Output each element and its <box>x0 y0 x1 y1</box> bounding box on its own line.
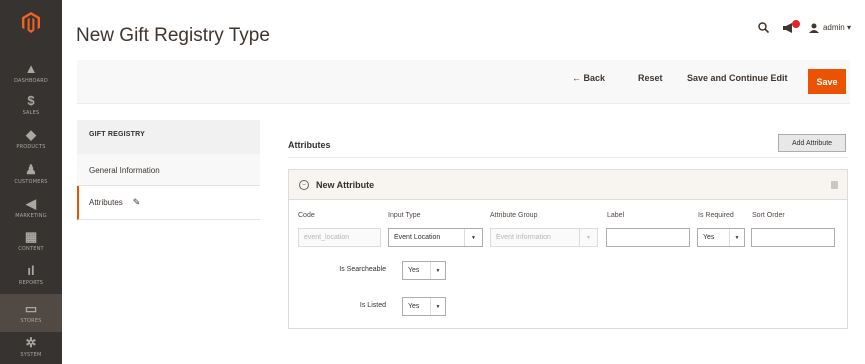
input-type-value: Event Location <box>394 234 441 241</box>
header-actions: admin ▾ <box>758 19 851 33</box>
dashboard-icon: ▲ <box>24 61 38 76</box>
nav-content[interactable]: ▦ CONTENT <box>0 222 62 260</box>
nav-system[interactable]: ✲ SYSTEM <box>0 328 62 364</box>
chevron-down-icon: ▼ <box>464 229 482 246</box>
save-button[interactable]: Save <box>808 69 846 94</box>
tabs-title: GIFT REGISTRY <box>77 120 260 154</box>
input-type-select[interactable]: Event Location ▼ <box>388 228 483 247</box>
page-actions-bar: ← Back Reset Save and Continue Edit Save <box>77 60 850 104</box>
code-input: event_location <box>298 228 381 247</box>
user-icon <box>808 23 819 33</box>
pencil-icon: ✎ <box>132 197 141 207</box>
chevron-down-icon: ▼ <box>430 298 445 315</box>
nav-customers[interactable]: ♟ CUSTOMERS <box>0 155 62 193</box>
sort-order-label: Sort Order <box>752 212 785 219</box>
attribute-group-value: Event Information <box>496 234 551 241</box>
user-menu[interactable]: admin ▾ <box>808 23 851 33</box>
magento-logo[interactable] <box>0 0 62 44</box>
nav-label: MARKETING <box>15 213 47 219</box>
bar-chart-icon: ıl <box>27 263 35 278</box>
section-title: Attributes <box>288 140 331 150</box>
nav-label: PRODUCTS <box>16 144 46 150</box>
is-listed-value: Yes <box>408 303 420 310</box>
store-icon: ▭ <box>24 301 38 316</box>
collapse-icon[interactable]: – <box>299 179 309 190</box>
reset-button[interactable]: Reset <box>638 73 663 83</box>
gear-icon: ✲ <box>25 335 37 350</box>
nav-reports[interactable]: ıl REPORTS <box>0 256 62 294</box>
is-required-select[interactable]: Yes ▼ <box>697 228 745 247</box>
is-searcheable-select[interactable]: Yes ▼ <box>402 261 446 280</box>
back-button[interactable]: ← Back <box>572 73 605 83</box>
nav-label: STORES <box>20 318 42 324</box>
is-required-label: Is Required <box>698 212 734 219</box>
megaphone-icon: ◀ <box>26 196 36 211</box>
is-searcheable-label: Is Searcheable <box>339 266 386 273</box>
attribute-group-select: Event Information ▼ <box>490 228 598 247</box>
dollar-icon: $ <box>27 93 35 108</box>
nav-label: CUSTOMERS <box>14 179 48 185</box>
chevron-down-icon: ▼ <box>729 229 744 246</box>
nav-stores[interactable]: ▭ STORES <box>0 294 62 332</box>
sort-order-input[interactable] <box>751 228 835 247</box>
nav-label: SALES <box>22 110 40 116</box>
nav-label: CONTENT <box>18 246 44 252</box>
notifications-button[interactable] <box>782 19 800 33</box>
nav-products[interactable]: ◆ PRODUCTS <box>0 120 62 158</box>
cube-icon: ◆ <box>26 127 36 142</box>
nav-label: DASHBOARD <box>14 78 48 84</box>
code-label: Code <box>298 212 315 219</box>
notification-badge <box>791 19 800 28</box>
input-type-label: Input Type <box>388 212 421 219</box>
attribute-group-label: Attribute Group <box>490 212 538 219</box>
is-required-value: Yes <box>703 234 715 241</box>
magento-logo-icon <box>22 11 40 33</box>
is-searcheable-value: Yes <box>408 267 420 274</box>
label-label: Label <box>607 212 625 219</box>
side-tabs: GIFT REGISTRY General Information Attrib… <box>77 120 260 220</box>
tab-general-information[interactable]: General Information <box>77 154 260 186</box>
layout-icon: ▦ <box>24 229 38 244</box>
fieldset-title: New Attribute <box>316 179 375 190</box>
add-attribute-button[interactable]: Add Attribute <box>778 134 846 152</box>
is-listed-select[interactable]: Yes ▼ <box>402 297 446 316</box>
tab-label: Attributes <box>89 198 123 207</box>
fieldset-header[interactable]: – New Attribute <box>289 170 847 200</box>
nav-label: REPORTS <box>18 280 44 286</box>
divider <box>288 157 848 158</box>
admin-sidebar: ▲ DASHBOARD $ SALES ◆ PRODUCTS ♟ CUSTOME… <box>0 0 62 364</box>
tab-attributes[interactable]: Attributes ✎ <box>77 186 260 220</box>
chevron-down-icon: ▼ <box>430 262 445 279</box>
search-icon[interactable] <box>758 22 769 33</box>
label-input[interactable] <box>606 228 690 247</box>
page-title: New Gift Registry Type <box>76 25 270 46</box>
user-name: admin ▾ <box>822 23 851 32</box>
nav-label: SYSTEM <box>20 352 42 358</box>
nav-sales[interactable]: $ SALES <box>0 86 62 124</box>
trash-icon[interactable] <box>831 181 838 189</box>
save-and-continue-button[interactable]: Save and Continue Edit <box>687 73 788 83</box>
chevron-down-icon: ▼ <box>579 229 597 246</box>
is-listed-label: Is Listed <box>359 302 386 309</box>
person-icon: ♟ <box>25 162 37 177</box>
